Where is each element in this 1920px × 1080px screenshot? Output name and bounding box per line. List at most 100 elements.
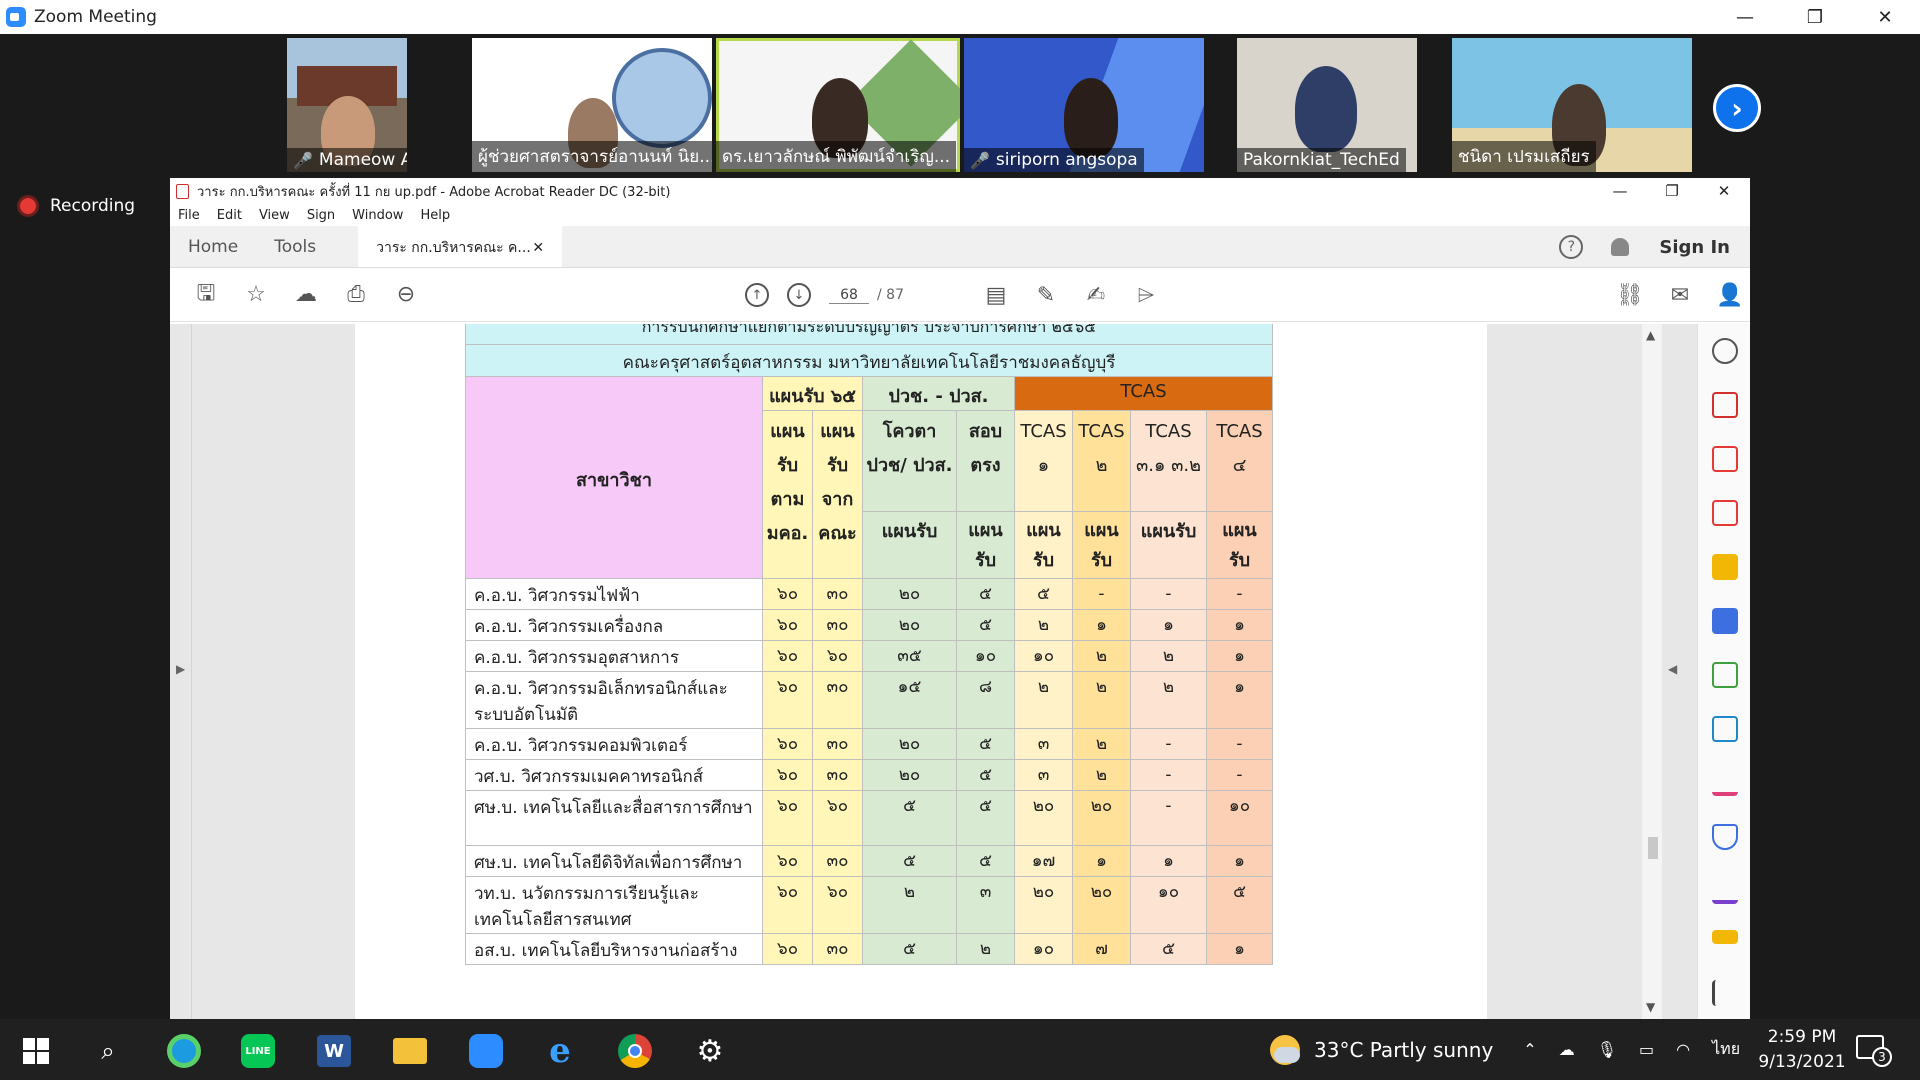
search-icon[interactable]: ⌕ — [90, 1033, 126, 1069]
next-page-icon[interactable]: ↓ — [787, 283, 811, 307]
add-person-icon[interactable]: 👤 — [1716, 281, 1744, 309]
close-icon[interactable]: ✕ — [1850, 0, 1920, 34]
page-number-input[interactable]: 68 — [829, 287, 869, 304]
previous-page-icon[interactable]: ↑ — [745, 283, 769, 307]
collapse-right-panel-icon[interactable]: ◀ — [1668, 662, 1677, 676]
fill-sign-icon[interactable]: ✍ — [1082, 281, 1110, 309]
organize-pages-icon[interactable] — [1712, 446, 1738, 472]
zoom-logo-icon — [6, 7, 26, 27]
admission-table: การรับนักศึกษาแยกตามระดับปริญญาตรี ประจำ… — [465, 324, 1273, 965]
menu-view[interactable]: View — [259, 208, 290, 223]
protect-shield-icon[interactable] — [1712, 824, 1738, 850]
zoom-out-icon[interactable]: ⊖ — [392, 281, 420, 309]
bookmark-star-icon[interactable]: ☆ — [242, 281, 270, 309]
table-cell: ๕ — [956, 759, 1015, 791]
table-cell: ๒๐ — [1014, 790, 1073, 846]
fill-sign-tool-icon[interactable] — [1712, 770, 1738, 796]
notification-center-icon[interactable]: 3 — [1856, 1035, 1892, 1067]
edge-browser-icon[interactable] — [166, 1033, 202, 1069]
header-plan-65: แผนรับ ๖๕ — [762, 376, 863, 411]
word-app-icon[interactable]: W — [316, 1033, 352, 1069]
video-tile[interactable]: 🎤 siriporn angsopa — [964, 38, 1204, 172]
panel-expand-icon[interactable] — [1712, 980, 1728, 1006]
program-name: ค.อ.บ. วิศวกรรมอิเล็กทรอนิกส์และระบบอัตโ… — [465, 671, 763, 729]
line-app-icon[interactable]: LINE — [240, 1033, 276, 1069]
table-cell: ๒๐ — [862, 609, 957, 641]
request-signature-icon[interactable] — [1712, 878, 1738, 904]
windows-start-icon[interactable] — [18, 1033, 54, 1069]
table-cell: ๓ — [1014, 759, 1073, 791]
zoom-in-icon[interactable] — [1712, 338, 1738, 364]
restore-icon[interactable]: ❐ — [1780, 0, 1850, 34]
participant-avatar — [1064, 78, 1118, 158]
clock[interactable]: 2:59 PM 9/13/2021 — [1756, 1025, 1848, 1075]
wifi-icon[interactable]: ◠ — [1676, 1040, 1690, 1059]
video-tile[interactable]: ผู้ช่วยศาสตราจารย์อานนท์ นิย... — [472, 38, 712, 172]
create-pdf-icon[interactable] — [1712, 500, 1738, 526]
export-pdf-icon[interactable] — [1712, 392, 1738, 418]
scrollbar-thumb[interactable] — [1648, 837, 1658, 859]
minimize-icon[interactable]: — — [1710, 0, 1780, 34]
participant-name: 🎤 siriporn angsopa — [964, 148, 1144, 172]
internet-explorer-icon[interactable]: e — [542, 1031, 578, 1071]
table-cell: ๖๐ — [812, 876, 863, 934]
table-cell: ๕ — [956, 728, 1015, 760]
menu-file[interactable]: File — [178, 208, 200, 223]
restore-icon[interactable]: ❐ — [1646, 178, 1698, 204]
comment-tool-icon[interactable] — [1712, 554, 1738, 580]
menu-window[interactable]: Window — [352, 208, 403, 223]
compress-pdf-icon[interactable] — [1712, 662, 1738, 688]
menu-help[interactable]: Help — [420, 208, 450, 223]
help-icon[interactable]: ? — [1559, 235, 1584, 259]
settings-gear-icon[interactable]: ⚙ — [692, 1033, 728, 1069]
table-cell: - — [1072, 578, 1131, 610]
microphone-icon[interactable]: 🎙 — [1597, 1040, 1617, 1059]
weather-widget[interactable]: 33°C Partly sunny — [1270, 1034, 1493, 1065]
sign-in-button[interactable]: Sign In — [1659, 237, 1730, 258]
menu-edit[interactable]: Edit — [217, 208, 242, 223]
tab-home[interactable]: Home — [170, 226, 256, 267]
close-icon[interactable]: ✕ — [1698, 178, 1750, 204]
chevron-up-icon[interactable]: ⌃ — [1523, 1040, 1536, 1059]
scan-ocr-icon[interactable] — [1712, 716, 1738, 742]
close-tab-icon[interactable]: ✕ — [532, 240, 544, 256]
scroll-up-icon[interactable]: ▲ — [1646, 328, 1655, 342]
table-cell: ๒ — [1130, 671, 1207, 729]
comment-icon[interactable]: ▤ — [982, 281, 1010, 309]
table-cell: - — [1206, 728, 1273, 760]
header-tcas-1: TCAS ๑ — [1014, 410, 1073, 512]
video-tile-active-speaker[interactable]: ดร.เยาวลักษณ์ พิพัฒน์จำเริญ... — [716, 38, 960, 172]
vertical-scrollbar[interactable]: ▲ ▼ — [1642, 324, 1662, 1019]
recording-indicator[interactable]: Recording — [20, 196, 135, 216]
tab-document[interactable]: วาระ กก.บริหารคณะ ค... ✕ — [358, 226, 563, 267]
next-participants-button[interactable]: › — [1713, 84, 1761, 132]
notification-bell-icon[interactable] — [1611, 238, 1630, 256]
table-cell: ๕ — [956, 790, 1015, 846]
tab-tools[interactable]: Tools — [256, 226, 334, 267]
stamp-icon[interactable] — [1712, 930, 1738, 944]
save-icon[interactable]: 🖫 — [192, 281, 220, 309]
video-tile[interactable]: Pakornkiat_TechEd — [1237, 38, 1417, 172]
zoom-app-icon[interactable] — [468, 1033, 504, 1069]
table-cell: ๒๐ — [862, 578, 957, 610]
table-cell: ๕ — [956, 845, 1015, 877]
scroll-down-icon[interactable]: ▼ — [1646, 1000, 1655, 1014]
left-panel-toggle[interactable]: ▶ — [170, 324, 192, 1019]
battery-icon[interactable]: ▭ — [1639, 1040, 1654, 1059]
menu-sign[interactable]: Sign — [307, 208, 335, 223]
share-tag-icon[interactable]: ⌲ — [1132, 281, 1160, 309]
email-icon[interactable]: ✉ — [1666, 281, 1694, 309]
file-explorer-icon[interactable] — [392, 1033, 428, 1069]
video-tile[interactable]: ชนิดา เปรมเสถียร — [1452, 38, 1692, 172]
chrome-browser-icon[interactable] — [617, 1033, 653, 1069]
print-icon[interactable]: ⎙ — [342, 281, 370, 309]
combine-files-icon[interactable] — [1712, 608, 1738, 634]
minimize-icon[interactable]: — — [1594, 178, 1646, 204]
onedrive-cloud-icon[interactable]: ☁ — [1559, 1040, 1575, 1059]
link-icon[interactable]: ⛓ — [1616, 281, 1644, 309]
document-area[interactable]: ▶ การรับนักศึกษาแยกตามระดับปริญญาตรี ประ… — [170, 324, 1750, 1019]
upload-cloud-icon[interactable]: ☁ — [292, 281, 320, 309]
video-tile[interactable]: 🎤Mameow Anu-An — [287, 38, 407, 172]
language-indicator[interactable]: ไทย — [1712, 1037, 1740, 1062]
highlight-pen-icon[interactable]: ✎ — [1032, 281, 1060, 309]
